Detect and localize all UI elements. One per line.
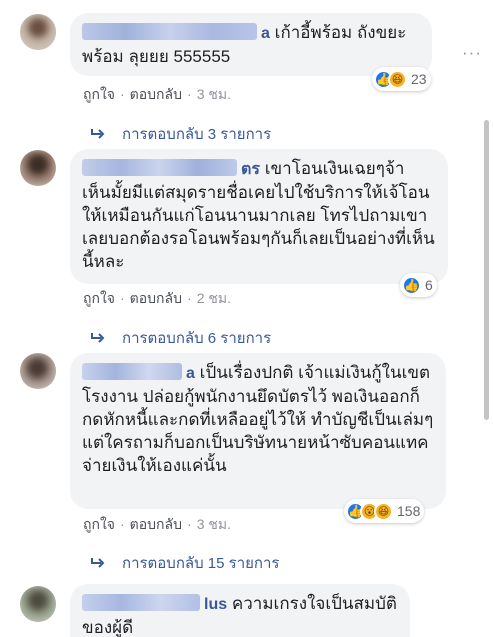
reply-link[interactable]: ตอบกลับ — [130, 290, 182, 306]
like-link[interactable]: ถูกใจ — [83, 290, 115, 306]
replies-count-label[interactable]: การตอบกลับ 6 รายการ — [122, 326, 271, 350]
reactions-summary[interactable]: 👍 😆 23 — [372, 67, 431, 91]
separator: · — [120, 516, 125, 532]
timestamp[interactable]: 3 ชม. — [197, 86, 231, 102]
separator: · — [187, 290, 192, 306]
comment-bubble: ตร เขาโอนเงินเฉยๆจ้า เห็นมั้ยมีแต่สมุดรา… — [70, 149, 448, 284]
comment-bubble: a เป็นเรื่องปกติ เจ้าแม่เงินกู้ในเขตโรงง… — [70, 353, 446, 509]
timestamp[interactable]: 3 ชม. — [197, 516, 231, 532]
author-name[interactable]: lus — [204, 596, 227, 613]
replies-count-label[interactable]: การตอบกลับ 15 รายการ — [122, 551, 279, 575]
reactions-summary[interactable]: 👍 6 — [400, 273, 437, 297]
author-name[interactable]: a — [261, 25, 270, 42]
ellipsis-icon[interactable]: ··· — [462, 43, 482, 63]
reply-arrow-icon — [91, 558, 105, 568]
view-replies-link[interactable]: การตอบกลับ 3 รายการ — [90, 122, 271, 146]
separator: · — [120, 290, 125, 306]
view-replies-link[interactable]: การตอบกลับ 15 รายการ — [90, 551, 279, 575]
author-name[interactable]: a — [186, 365, 195, 382]
like-link[interactable]: ถูกใจ — [83, 516, 115, 532]
author-name-blurred[interactable] — [82, 363, 182, 381]
like-link[interactable]: ถูกใจ — [83, 86, 115, 102]
reactions-summary[interactable]: 👍 😮 😆 158 — [344, 499, 425, 523]
avatar[interactable] — [20, 586, 56, 622]
author-name[interactable]: ตร — [241, 161, 260, 178]
separator: · — [187, 516, 192, 532]
reply-link[interactable]: ตอบกลับ — [130, 86, 182, 102]
comment-actions: ถูกใจ · ตอบกลับ · 3 ชม. — [83, 84, 231, 106]
avatar[interactable] — [20, 353, 56, 389]
view-replies-link[interactable]: การตอบกลับ 6 รายการ — [90, 326, 271, 350]
author-name-blurred[interactable] — [82, 159, 237, 177]
comment-actions: ถูกใจ · ตอบกลับ · 2 ชม. — [83, 288, 231, 310]
reply-arrow-icon — [91, 129, 105, 139]
comment-actions: ถูกใจ · ตอบกลับ · 3 ชม. — [83, 514, 231, 536]
haha-icon: 😆 — [374, 501, 393, 521]
author-name-blurred[interactable] — [82, 23, 257, 41]
avatar[interactable] — [20, 14, 56, 50]
separator: · — [120, 86, 125, 102]
avatar[interactable] — [20, 150, 56, 186]
comment-bubble: a เก้าอี้พร้อม ถังขยะพร้อม ลุยยย 555555 — [70, 13, 432, 76]
reply-link[interactable]: ตอบกลับ — [130, 516, 182, 532]
reaction-count: 6 — [425, 277, 433, 293]
author-name-blurred[interactable] — [82, 594, 200, 612]
replies-count-label[interactable]: การตอบกลับ 3 รายการ — [122, 122, 271, 146]
separator: · — [187, 86, 192, 102]
reaction-count: 158 — [397, 503, 421, 519]
haha-icon: 😆 — [388, 69, 407, 89]
scrollbar[interactable] — [484, 120, 489, 420]
reply-arrow-icon — [91, 333, 105, 343]
reaction-count: 23 — [411, 71, 427, 87]
comment-bubble: lus ความเกรงใจเป็นสมบัติของผู้ดี — [70, 584, 410, 637]
like-icon: 👍 — [402, 275, 421, 295]
timestamp[interactable]: 2 ชม. — [197, 290, 231, 306]
